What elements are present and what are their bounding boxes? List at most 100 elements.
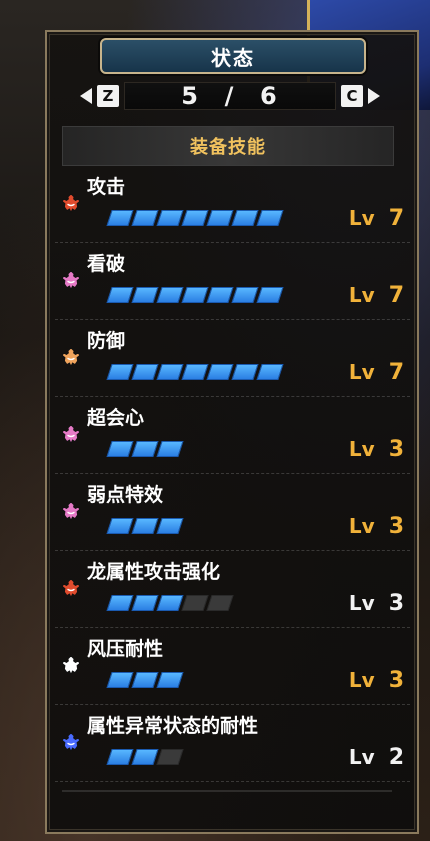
section-title: 装备技能	[190, 137, 266, 158]
skill-level-segment-empty	[156, 749, 184, 765]
skill-name: 看破	[87, 253, 126, 275]
skill-level-segment-filled	[156, 364, 184, 380]
skill-name: 防御	[87, 330, 126, 352]
skill-level-segment-filled	[231, 287, 259, 303]
arrow-right-icon[interactable]	[368, 88, 380, 104]
skill-level-segment-filled	[206, 210, 234, 226]
skill-row[interactable]: 超会心 Lv 3	[55, 397, 410, 474]
skill-weakness-exploit-icon	[61, 501, 81, 521]
level-value: 7	[388, 206, 404, 231]
skill-attack-icon	[61, 193, 81, 213]
skill-level-segment-filled	[206, 364, 234, 380]
skill-level-segment-filled	[106, 287, 134, 303]
skill-level-segment-filled	[156, 210, 184, 226]
skill-level-readout: Lv 2	[349, 745, 404, 770]
skill-critical-boost-icon	[61, 424, 81, 444]
section-header: 装备技能	[62, 126, 394, 166]
skill-level-readout: Lv 3	[349, 591, 404, 616]
skill-level-segment-filled	[131, 210, 159, 226]
skill-level-bar	[106, 595, 234, 611]
level-value: 3	[388, 591, 404, 616]
skill-level-segment-filled	[106, 364, 134, 380]
level-label: Lv	[348, 437, 375, 461]
skill-level-segment-filled	[181, 364, 209, 380]
skill-level-bar	[106, 441, 184, 457]
skill-level-segment-filled	[106, 672, 134, 688]
skill-level-segment-filled	[181, 287, 209, 303]
skill-level-readout: Lv 3	[349, 514, 404, 539]
skill-row[interactable]: 弱点特效 Lv 3	[55, 474, 410, 551]
page-indicator: 5 / 6	[124, 82, 336, 110]
skill-level-bar	[106, 672, 184, 688]
skill-level-bar	[106, 364, 284, 380]
skill-row[interactable]: 龙属性攻击强化 Lv 3	[55, 551, 410, 628]
level-value: 3	[388, 668, 404, 693]
skill-level-segment-filled	[131, 441, 159, 457]
skill-level-segment-filled	[106, 518, 134, 534]
skill-level-segment-filled	[106, 441, 134, 457]
level-value: 7	[388, 283, 404, 308]
page-title: 状态	[211, 45, 255, 70]
skill-row[interactable]: 风压耐性 Lv 3	[55, 628, 410, 705]
skill-level-segment-filled	[156, 672, 184, 688]
skill-name: 属性异常状态的耐性	[87, 715, 259, 737]
skill-level-readout: Lv 7	[349, 283, 404, 308]
skill-level-segment-filled	[106, 210, 134, 226]
level-label: Lv	[348, 206, 375, 230]
skill-level-bar	[106, 518, 184, 534]
page-separator: /	[224, 82, 236, 110]
level-value: 3	[388, 514, 404, 539]
skill-level-segment-filled	[156, 518, 184, 534]
skill-level-readout: Lv 7	[349, 360, 404, 385]
level-value: 3	[388, 437, 404, 462]
skill-row[interactable]: 防御 Lv 7	[55, 320, 410, 397]
skill-name: 弱点特效	[87, 484, 164, 506]
skill-level-segment-filled	[106, 595, 134, 611]
skill-status-resistance-icon	[61, 732, 81, 752]
skill-level-segment-filled	[231, 364, 259, 380]
skill-defense-icon	[61, 347, 81, 367]
skill-level-segment-filled	[181, 210, 209, 226]
level-label: Lv	[348, 591, 375, 615]
skill-level-segment-filled	[256, 287, 284, 303]
skill-level-segment-filled	[131, 364, 159, 380]
skill-level-segment-filled	[256, 210, 284, 226]
skill-dragon-attack-icon	[61, 578, 81, 598]
skill-level-segment-filled	[131, 595, 159, 611]
skill-level-segment-filled	[231, 210, 259, 226]
bottom-divider	[62, 790, 392, 792]
skill-level-segment-filled	[156, 595, 184, 611]
skill-level-segment-filled	[206, 287, 234, 303]
skill-level-readout: Lv 3	[349, 437, 404, 462]
arrow-left-icon[interactable]	[80, 88, 92, 104]
skill-level-bar	[106, 749, 184, 765]
title-plate: 状态	[100, 38, 366, 74]
skill-row[interactable]: 攻击 Lv 7	[55, 166, 410, 243]
level-value: 7	[388, 360, 404, 385]
nav-left-key[interactable]: Z	[97, 85, 119, 107]
skill-level-segment-empty	[181, 595, 209, 611]
page-navigation: Z 5 / 6 C	[70, 80, 390, 112]
skill-level-bar	[106, 287, 284, 303]
skill-name: 龙属性攻击强化	[87, 561, 221, 583]
skill-level-segment-filled	[156, 441, 184, 457]
skill-windproof-icon	[61, 655, 81, 675]
skill-level-readout: Lv 3	[349, 668, 404, 693]
level-label: Lv	[348, 514, 375, 538]
skill-name: 攻击	[87, 176, 126, 198]
skill-row[interactable]: 看破 Lv 7	[55, 243, 410, 320]
skill-name: 超会心	[87, 407, 145, 429]
skill-level-segment-filled	[256, 364, 284, 380]
skill-level-segment-filled	[131, 749, 159, 765]
skill-level-readout: Lv 7	[349, 206, 404, 231]
skills-list: 攻击 Lv 7 看破 Lv 7 防御 Lv 7 超会心 Lv 3 弱点特效 Lv 3 龙属性攻击强化…	[55, 166, 410, 786]
page-current: 5	[181, 82, 200, 110]
skill-name: 风压耐性	[87, 638, 164, 660]
level-label: Lv	[348, 745, 375, 769]
skill-row[interactable]: 属性异常状态的耐性 Lv 2	[55, 705, 410, 782]
nav-right-key[interactable]: C	[341, 85, 363, 107]
skill-level-segment-filled	[131, 518, 159, 534]
skill-level-segment-filled	[131, 287, 159, 303]
skill-level-bar	[106, 210, 284, 226]
skill-level-segment-filled	[131, 672, 159, 688]
